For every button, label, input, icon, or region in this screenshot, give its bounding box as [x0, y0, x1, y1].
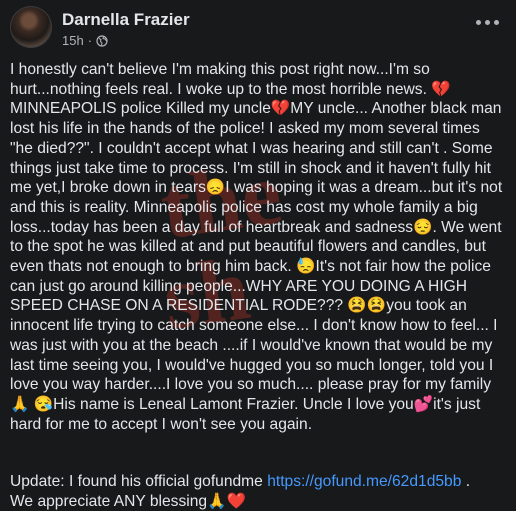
post-time[interactable]: 15h	[62, 33, 84, 48]
update-prefix: Update: I found his official gofundme	[10, 473, 268, 490]
author-name[interactable]: Darnella Frazier	[62, 10, 190, 30]
update-line2: We appreciate ANY blessing🙏❤️	[10, 492, 246, 510]
gofundme-link[interactable]: https://gofund.me/62d1d5bb	[267, 473, 461, 490]
facebook-post: Darnella Frazier 15h · the sh I honestly…	[0, 0, 516, 511]
update-suffix: .	[461, 473, 471, 490]
dot-icon	[484, 19, 490, 25]
dot-icon	[493, 19, 499, 25]
more-options-button[interactable]	[472, 12, 502, 32]
dot-icon	[475, 19, 481, 25]
post-body: I honestly can't believe I'm making this…	[10, 60, 506, 434]
post-header: Darnella Frazier 15h ·	[10, 6, 506, 52]
avatar[interactable]	[10, 6, 52, 48]
post-paragraph: I honestly can't believe I'm making this…	[10, 61, 503, 433]
post-meta: 15h ·	[62, 33, 108, 48]
meta-separator: ·	[87, 33, 93, 48]
post-update: Update: I found his official gofundme ht…	[10, 472, 506, 511]
globe-icon	[96, 34, 108, 47]
